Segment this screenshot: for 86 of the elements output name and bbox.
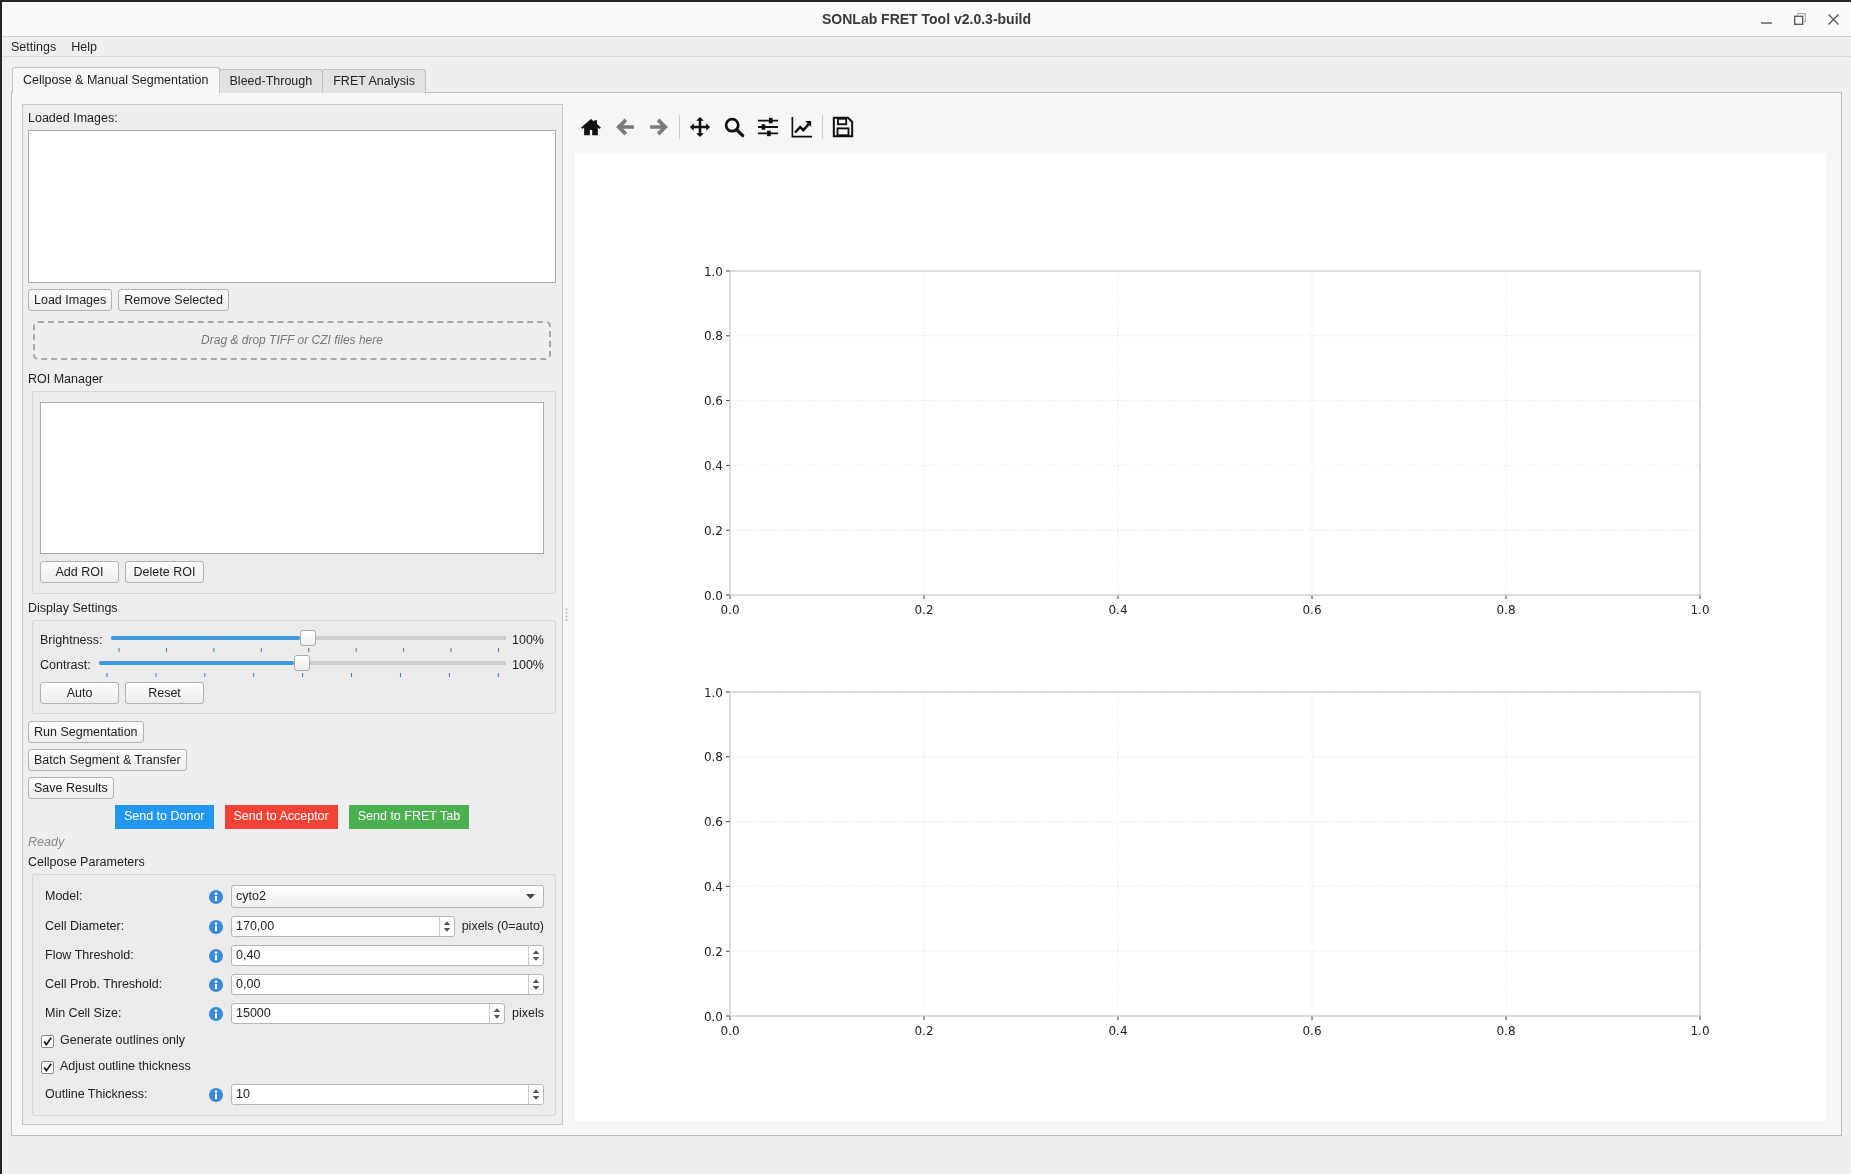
slider-label: Brightness: — [40, 632, 103, 649]
send-button[interactable]: Send to Acceptor — [224, 805, 338, 829]
field-label: Cell Diameter: — [45, 918, 126, 935]
push-button[interactable]: Reset — [125, 682, 204, 704]
menu-item[interactable]: Help — [71, 38, 97, 55]
axis-tick-label: 0.4 — [1108, 1024, 1128, 1038]
tab[interactable]: Cellpose & Manual Segmentation — [12, 67, 220, 93]
section-label: Loaded Images: — [28, 110, 119, 126]
axis-tick-label: 0.2 — [914, 603, 934, 617]
caret-icon — [526, 894, 535, 899]
magnifier-icon[interactable] — [723, 116, 745, 138]
drop-zone[interactable]: Drag & drop TIFF or CZI files here — [33, 321, 551, 360]
axis-tick-label: 1.0 — [703, 264, 723, 279]
axis-tick-label: 0.2 — [914, 1024, 934, 1038]
push-button[interactable]: Remove Selected — [118, 289, 229, 311]
model-dropdown[interactable]: cyto2 — [231, 885, 544, 908]
slider-handle[interactable] — [300, 630, 317, 646]
checkbox-label: Generate outlines only — [60, 1033, 186, 1049]
axis-tick-label: 0.2 — [703, 523, 723, 538]
splitter-grip-icon[interactable] — [565, 608, 568, 621]
field-label: Cell Prob. Threshold: — [45, 976, 164, 993]
push-button[interactable]: Save Results — [28, 777, 114, 799]
restore-icon[interactable] — [1794, 13, 1806, 25]
axis-tick-label: 0.6 — [1302, 1024, 1322, 1038]
save-icon[interactable] — [832, 116, 854, 138]
axis-tick-label: 0.2 — [703, 944, 723, 959]
axis-tick-label: 0.4 — [703, 879, 723, 894]
unit-label: pixels — [512, 1005, 544, 1022]
info-icon — [209, 919, 223, 934]
checkbox-label: Adjust outline thickness — [60, 1059, 191, 1075]
push-button[interactable]: Batch Segment & Transfer — [28, 749, 187, 771]
slider-label: Contrast: — [40, 657, 91, 674]
field-label: Min Cell Size: — [45, 1005, 123, 1022]
info-icon — [209, 1006, 223, 1021]
axis-tick-label: 0.8 — [1496, 603, 1516, 617]
section-label: Display Settings — [28, 600, 119, 616]
axis-tick-label: 0.8 — [703, 750, 723, 765]
checkbox[interactable] — [41, 1034, 54, 1048]
axis-tick-label: 0.8 — [703, 329, 723, 344]
axis-tick-label: 0.0 — [703, 588, 723, 603]
window-title: SONLab FRET Tool v2.0.3-build — [822, 11, 1031, 29]
menu-item[interactable]: Settings — [11, 38, 57, 55]
axis-tick-label: 0.0 — [703, 1009, 723, 1024]
number-field[interactable]: 0,40 — [231, 945, 544, 966]
field-label: Model: — [45, 888, 84, 905]
axis-tick-label: 0.4 — [1108, 603, 1128, 617]
info-icon — [209, 1087, 223, 1102]
axis-tick-label: 0.0 — [720, 1024, 740, 1038]
field-label: Outline Thickness: — [45, 1086, 149, 1103]
close-icon[interactable] — [1828, 13, 1839, 25]
status-label: Ready — [28, 834, 66, 850]
info-icon — [209, 889, 223, 904]
axis-tick-label: 1.0 — [1690, 603, 1710, 617]
slider-handle[interactable] — [294, 655, 311, 671]
push-button[interactable]: Load Images — [28, 289, 113, 311]
number-field[interactable]: 170,00 — [231, 916, 455, 937]
field-label: Flow Threshold: — [45, 947, 135, 964]
info-icon — [209, 977, 223, 992]
axis-tick-label: 0.0 — [720, 603, 740, 617]
axis-tick-label: 1.0 — [703, 685, 723, 700]
number-field[interactable]: 15000 — [231, 1003, 506, 1024]
section-label: Cellpose Parameters — [28, 854, 146, 870]
push-button[interactable]: Delete ROI — [125, 561, 204, 583]
axis-tick-label: 0.8 — [1496, 1024, 1516, 1038]
number-field[interactable]: 0,00 — [231, 974, 544, 995]
tab[interactable]: FRET Analysis — [322, 69, 426, 93]
push-button[interactable]: Add ROI — [40, 561, 119, 583]
slider-value: 100% — [512, 632, 544, 649]
info-icon — [209, 948, 223, 963]
axis-tick-label: 0.4 — [703, 458, 723, 473]
move-arrows-icon[interactable] — [689, 116, 711, 138]
section-label: ROI Manager — [28, 371, 105, 387]
axis-tick-label: 1.0 — [1690, 1024, 1710, 1038]
tab[interactable]: Bleed-Through — [218, 69, 324, 93]
axis-tick-label: 0.6 — [1302, 603, 1322, 617]
unit-label: pixels (0=auto) — [461, 918, 544, 935]
slider-value: 100% — [512, 657, 544, 674]
checkbox[interactable] — [41, 1060, 54, 1074]
push-button[interactable]: Auto — [40, 682, 119, 704]
number-field[interactable]: 10 — [231, 1084, 544, 1105]
axis-tick-label: 0.6 — [703, 815, 723, 830]
line-chart-icon[interactable] — [791, 116, 813, 138]
push-button[interactable]: Run Segmentation — [28, 721, 144, 743]
home-icon[interactable] — [580, 116, 602, 138]
sliders-icon[interactable] — [757, 116, 779, 138]
axis-tick-label: 0.6 — [703, 394, 723, 409]
